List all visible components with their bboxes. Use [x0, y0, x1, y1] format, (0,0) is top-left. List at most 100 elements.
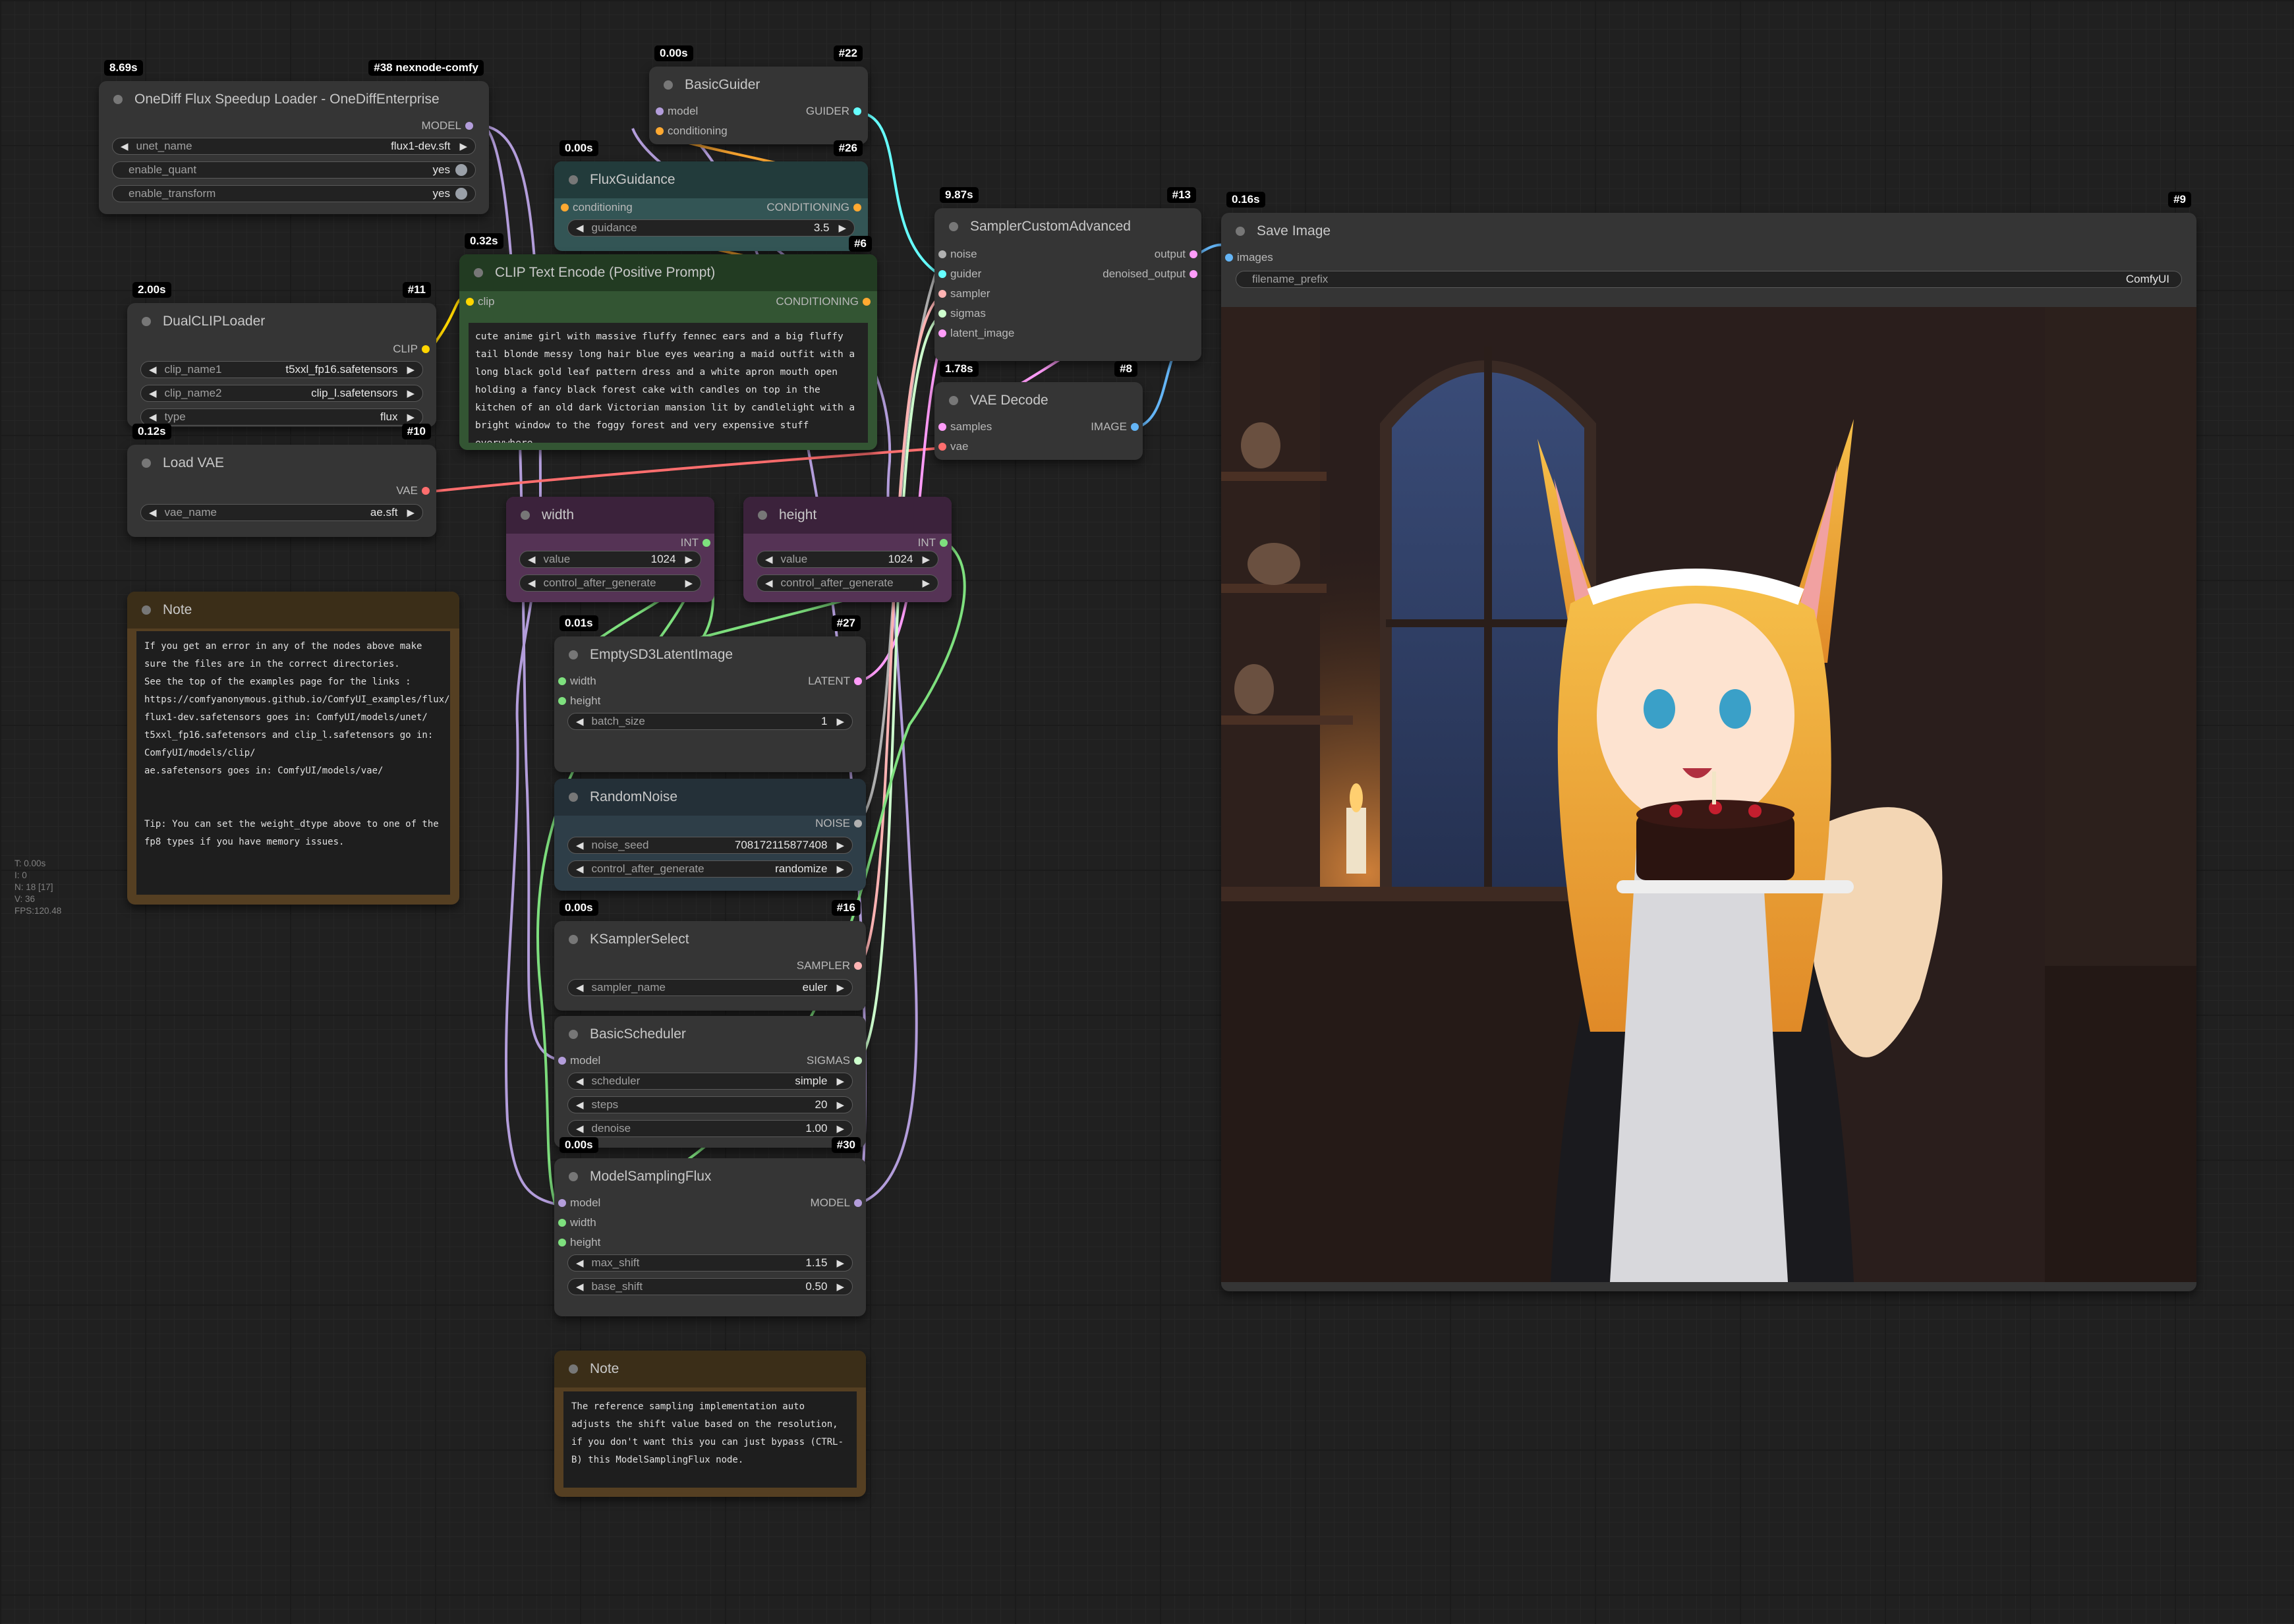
node-title[interactable]: EmptySD3LatentImage	[554, 636, 866, 673]
left-arrow-icon[interactable]: ◀	[528, 577, 536, 589]
node-sampler-custom-advanced[interactable]: 9.87s #13 SamplerCustomAdvanced noise gu…	[934, 187, 1201, 361]
output-clip[interactable]: CLIP	[393, 343, 430, 356]
slot-pin-icon[interactable]	[1131, 423, 1139, 431]
output-int[interactable]: INT	[918, 536, 948, 549]
widget-enable-transform[interactable]: enable_transform yes	[112, 185, 476, 202]
collapse-dot-icon[interactable]	[569, 935, 578, 944]
node-title[interactable]: Load VAE	[127, 445, 436, 482]
node-flux-guidance[interactable]: 0.00s #26 FluxGuidance conditioning COND…	[554, 140, 868, 251]
slot-pin-icon[interactable]	[938, 443, 946, 451]
widget-denoise[interactable]: ◀ denoise 1.00 ▶	[567, 1120, 853, 1137]
slot-pin-icon[interactable]	[656, 107, 664, 115]
collapse-dot-icon[interactable]	[949, 222, 958, 231]
slot-pin-icon[interactable]	[561, 204, 569, 211]
widget-guidance[interactable]: ◀ guidance 3.5 ▶	[567, 219, 855, 237]
right-arrow-icon[interactable]: ▶	[922, 577, 930, 589]
left-arrow-icon[interactable]: ◀	[149, 387, 157, 399]
collapse-dot-icon[interactable]	[949, 396, 958, 405]
widget-noise-seed[interactable]: ◀ noise_seed 708172115877408 ▶	[567, 837, 853, 854]
widget-batch-size[interactable]: ◀ batch_size 1 ▶	[567, 713, 853, 730]
node-empty-sd3-latent-image[interactable]: 0.01s #27 EmptySD3LatentImage width heig…	[554, 615, 866, 772]
slot-pin-icon[interactable]	[558, 1057, 566, 1065]
output-model[interactable]: MODEL	[811, 1196, 862, 1210]
right-arrow-icon[interactable]: ▶	[407, 364, 415, 376]
slot-pin-icon[interactable]	[558, 1199, 566, 1207]
node-load-vae[interactable]: 0.12s #10 Load VAE VAE ◀ vae_name ae.sft ▶	[127, 424, 436, 537]
node-title[interactable]: CLIP Text Encode (Positive Prompt)	[459, 254, 877, 291]
input-width[interactable]: width	[558, 675, 596, 688]
node-title[interactable]: Note	[127, 592, 459, 629]
node-title[interactable]: SamplerCustomAdvanced	[934, 208, 1201, 245]
right-arrow-icon[interactable]: ▶	[836, 1075, 844, 1087]
widget-filename-prefix[interactable]: filename_prefix ComfyUI	[1236, 271, 2182, 288]
collapse-dot-icon[interactable]	[569, 175, 578, 184]
left-arrow-icon[interactable]: ◀	[576, 1099, 584, 1111]
widget-steps[interactable]: ◀ steps 20 ▶	[567, 1096, 853, 1113]
collapse-dot-icon[interactable]	[142, 459, 151, 468]
right-arrow-icon[interactable]: ▶	[407, 507, 415, 518]
collapse-dot-icon[interactable]	[113, 95, 123, 104]
slot-pin-icon[interactable]	[854, 677, 862, 685]
left-arrow-icon[interactable]: ◀	[765, 553, 773, 565]
collapse-dot-icon[interactable]	[758, 511, 767, 520]
slot-pin-icon[interactable]	[558, 677, 566, 685]
node-title[interactable]: FluxGuidance	[554, 161, 868, 198]
node-clip-text-encode[interactable]: 0.32s #6 CLIP Text Encode (Positive Prom…	[459, 233, 877, 450]
collapse-dot-icon[interactable]	[142, 605, 151, 615]
right-arrow-icon[interactable]: ▶	[836, 1123, 844, 1134]
input-model[interactable]: model	[558, 1196, 600, 1210]
node-title[interactable]: ModelSamplingFlux	[554, 1158, 866, 1195]
collapse-dot-icon[interactable]	[474, 268, 483, 277]
input-height[interactable]: height	[558, 694, 600, 708]
slot-pin-icon[interactable]	[854, 962, 862, 970]
note-textarea[interactable]: If you get an error in any of the nodes …	[136, 631, 450, 895]
node-width[interactable]: width INT ◀ value 1024 ▶ ◀ control_after_gen…	[506, 497, 714, 602]
output-sigmas[interactable]: SIGMAS	[807, 1054, 862, 1067]
slot-pin-icon[interactable]	[940, 539, 948, 547]
collapse-dot-icon[interactable]	[521, 511, 530, 520]
slot-pin-icon[interactable]	[938, 250, 946, 258]
left-arrow-icon[interactable]: ◀	[576, 715, 584, 727]
slot-pin-icon[interactable]	[1190, 270, 1197, 278]
left-arrow-icon[interactable]: ◀	[576, 1281, 584, 1293]
node-dual-clip-loader[interactable]: 2.00s #11 DualCLIPLoader CLIP ◀ clip_name…	[127, 282, 436, 427]
output-guider[interactable]: GUIDER	[806, 105, 861, 118]
slot-pin-icon[interactable]	[853, 107, 861, 115]
left-arrow-icon[interactable]: ◀	[765, 577, 773, 589]
input-conditioning[interactable]: conditioning	[561, 201, 633, 214]
collapse-dot-icon[interactable]	[569, 793, 578, 802]
output-sampler[interactable]: SAMPLER	[797, 959, 862, 972]
node-title[interactable]: Note	[554, 1351, 866, 1387]
slot-pin-icon[interactable]	[854, 820, 862, 827]
input-latent-image[interactable]: latent_image	[938, 327, 1014, 340]
right-arrow-icon[interactable]: ▶	[836, 715, 844, 727]
node-model-sampling-flux[interactable]: 0.00s #30 ModelSamplingFlux model width …	[554, 1137, 866, 1316]
slot-pin-icon[interactable]	[466, 298, 474, 306]
node-basic-scheduler[interactable]: BasicScheduler model SIGMAS ◀ scheduler si…	[554, 1016, 866, 1148]
slot-pin-icon[interactable]	[853, 204, 861, 211]
node-title[interactable]: BasicGuider	[649, 67, 868, 103]
slot-pin-icon[interactable]	[938, 290, 946, 298]
input-model[interactable]: model	[558, 1054, 600, 1067]
input-samples[interactable]: samples	[938, 420, 992, 434]
slot-pin-icon[interactable]	[854, 1057, 862, 1065]
slot-pin-icon[interactable]	[422, 345, 430, 353]
output-noise[interactable]: NOISE	[815, 817, 862, 830]
left-arrow-icon[interactable]: ◀	[576, 1075, 584, 1087]
left-arrow-icon[interactable]: ◀	[149, 411, 157, 423]
node-height[interactable]: height INT ◀ value 1024 ▶ ◀ control_after_ge…	[743, 497, 952, 602]
slot-pin-icon[interactable]	[558, 1239, 566, 1246]
prompt-textarea[interactable]: cute anime girl with massive fluffy fenn…	[469, 323, 868, 443]
widget-value[interactable]: ◀ value 1024 ▶	[757, 551, 938, 568]
output-image[interactable]: IMAGE	[1091, 420, 1139, 434]
widget-unet-name[interactable]: ◀ unet_name flux1-dev.sft ▶	[112, 138, 476, 155]
input-sampler[interactable]: sampler	[938, 287, 990, 300]
collapse-dot-icon[interactable]	[142, 317, 151, 326]
right-arrow-icon[interactable]: ▶	[836, 1257, 844, 1269]
right-arrow-icon[interactable]: ▶	[836, 1099, 844, 1111]
slot-pin-icon[interactable]	[938, 423, 946, 431]
node-title[interactable]: height	[743, 497, 952, 534]
slot-pin-icon[interactable]	[422, 487, 430, 495]
node-title[interactable]: Save Image	[1221, 213, 2196, 250]
widget-value[interactable]: ◀ value 1024 ▶	[519, 551, 701, 568]
